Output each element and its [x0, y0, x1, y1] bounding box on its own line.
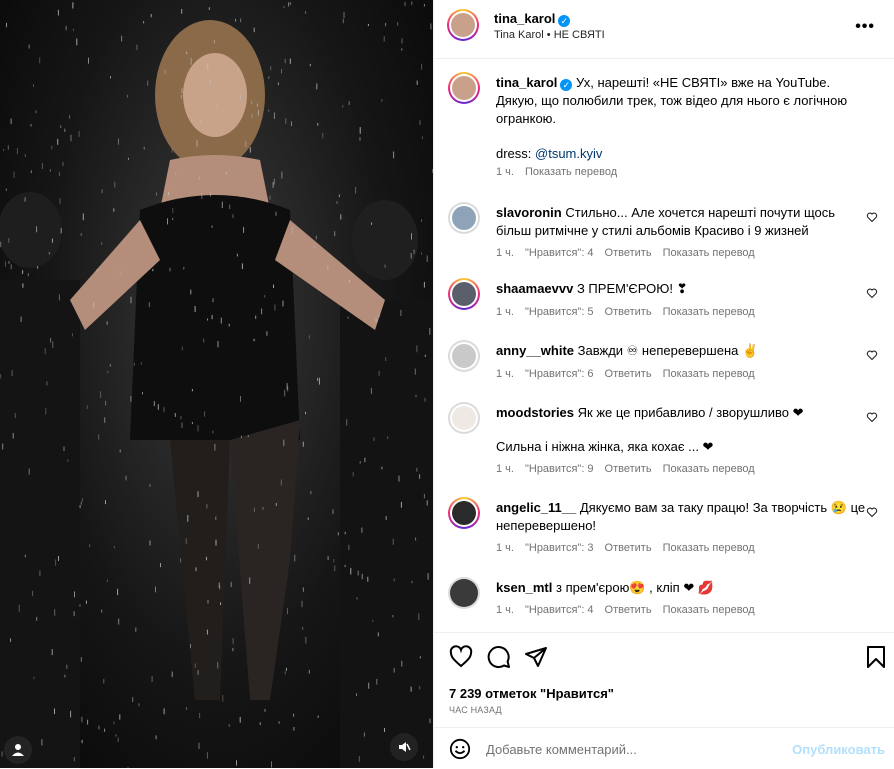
author-username[interactable]: tina_karol — [494, 11, 555, 26]
reply-button[interactable]: Ответить — [605, 604, 652, 616]
comment-likes[interactable]: "Нравится": 5 — [525, 306, 594, 318]
comment-avatar[interactable] — [448, 340, 480, 372]
comment-bubble-icon[interactable] — [487, 645, 511, 669]
comment-text: ksen_mtl з прем'єрою😍 , кліп ❤ 💋 — [496, 579, 866, 597]
video-frame — [0, 1, 433, 768]
comment-body-continued: Сильна і ніжна жінка, яка кохає ... ❤ — [496, 439, 714, 454]
translate-button[interactable]: Показать перевод — [525, 166, 617, 178]
moodstories-logo — [452, 406, 476, 430]
translate-button[interactable]: Показать перевод — [663, 542, 755, 554]
post-header: tina_karol ✓ Tina Karol • НЕ СВЯТІ ••• — [434, 0, 894, 59]
translate-button[interactable]: Показать перевод — [663, 306, 755, 318]
comments-list: tina_karol ✓ Ух, нарешті! «НЕ СВЯТІ» вже … — [434, 59, 894, 632]
caption-text: tina_karol ✓ Ух, нарешті! «НЕ СВЯТІ» вже … — [496, 74, 866, 163]
post-time: час назад — [449, 705, 502, 715]
add-comment-bar: Добавьте комментарий... Опубликовать — [434, 727, 894, 769]
share-paper-plane-icon[interactable] — [524, 645, 548, 669]
comment-like-icon[interactable] — [866, 349, 878, 361]
post-details-panel: tina_karol ✓ Tina Karol • НЕ СВЯТІ ••• ti… — [433, 0, 894, 768]
translate-button[interactable]: Показать перевод — [663, 247, 755, 259]
comment-text: shaamaevvv З ПРЕМ'ЄРОЮ! ❣ — [496, 280, 866, 298]
caption-meta: 1 ч. Показать перевод — [496, 166, 628, 178]
comment-username[interactable]: ksen_mtl — [496, 580, 552, 595]
comment-username[interactable]: shaamaevvv — [496, 281, 573, 296]
comment-like-icon[interactable] — [866, 506, 878, 518]
comment-meta: 1 ч. "Нравится": 4 Ответить Показать перево… — [496, 247, 766, 259]
comment-text: anny__white Завжди ♾ неперевершена ✌ — [496, 342, 866, 360]
reply-button[interactable]: Ответить — [605, 306, 652, 318]
post-media-video[interactable] — [0, 0, 433, 768]
post-comment-button[interactable]: Опубликовать — [792, 742, 885, 757]
save-bookmark-icon[interactable] — [865, 645, 887, 669]
comment-time: 1 ч. — [496, 247, 514, 259]
comment-body: Як же це прибавливо / зворушливо ❤ — [577, 405, 804, 420]
emoji-icon[interactable] — [449, 738, 471, 760]
more-options-icon[interactable]: ••• — [855, 18, 875, 36]
comment-avatar[interactable] — [448, 577, 480, 609]
comment-meta: 1 ч. "Нравится": 9 Ответить Показать перево… — [496, 463, 766, 475]
comment-input[interactable]: Добавьте комментарий... — [486, 742, 637, 757]
comment-time: 1 ч. — [496, 463, 514, 475]
comment-username[interactable]: anny__white — [496, 343, 574, 358]
comment-avatar[interactable] — [448, 202, 480, 234]
comment-time: 1 ч. — [496, 604, 514, 616]
translate-button[interactable]: Показать перевод — [663, 463, 755, 475]
caption-username[interactable]: tina_karol — [496, 75, 557, 90]
comment-text: angelic_11__ Дякуємо вам за таку працю! … — [496, 499, 866, 535]
likes-count[interactable]: 7 239 отметок "Нравится" — [449, 686, 614, 701]
comment-meta: 1 ч. "Нравится": 3 Ответить Показать перево… — [496, 542, 766, 554]
comment-username[interactable]: slavoronin — [496, 205, 562, 220]
comment-text: moodstories Як же це прибавливо / зворуш… — [496, 404, 866, 456]
comment-likes[interactable]: "Нравится": 4 — [525, 247, 594, 259]
caption-avatar[interactable] — [448, 72, 480, 104]
mention-link[interactable]: @tsum.kyiv — [535, 146, 602, 161]
comment-meta: 1 ч. "Нравится": 6 Ответить Показать перево… — [496, 368, 766, 380]
dress-label: dress: — [496, 146, 536, 161]
comment-time: 1 ч. — [496, 542, 514, 554]
comment-username[interactable]: moodstories — [496, 405, 574, 420]
comment-meta: 1 ч. "Нравится": 4 Ответить Показать перево… — [496, 604, 766, 616]
reply-button[interactable]: Ответить — [605, 247, 652, 259]
tagged-people-icon[interactable] — [4, 736, 32, 764]
comment-avatar[interactable] — [448, 278, 480, 310]
caption-time: 1 ч. — [496, 166, 514, 178]
comment-likes[interactable]: "Нравится": 9 — [525, 463, 594, 475]
comment-like-icon[interactable] — [866, 287, 878, 299]
comment-time: 1 ч. — [496, 368, 514, 380]
comment-username[interactable]: angelic_11__ — [496, 500, 576, 515]
comment-likes[interactable]: "Нравится": 4 — [525, 604, 594, 616]
comment-body: Завжди ♾ неперевершена ✌ — [577, 343, 759, 358]
translate-button[interactable]: Показать перевод — [663, 604, 755, 616]
author-avatar[interactable] — [447, 9, 479, 41]
reply-button[interactable]: Ответить — [605, 542, 652, 554]
verified-icon: ✓ — [558, 15, 571, 27]
comment-meta: 1 ч. "Нравится": 5 Ответить Показать перево… — [496, 306, 766, 318]
comment-like-icon[interactable] — [866, 411, 878, 423]
translate-button[interactable]: Показать перевод — [663, 368, 755, 380]
comment-body: З ПРЕМ'ЄРОЮ! ❣ — [576, 281, 688, 296]
mute-icon[interactable] — [390, 733, 418, 761]
comment-likes[interactable]: "Нравится": 6 — [525, 368, 594, 380]
comment-text: slavoronin Стильно... Але хочется нарешт… — [496, 204, 866, 240]
verified-icon: ✓ — [560, 79, 573, 91]
comment-likes[interactable]: "Нравится": 3 — [525, 542, 594, 554]
comment-body: з прем'єрою😍 , кліп ❤ 💋 — [556, 580, 715, 595]
comment-avatar[interactable] — [448, 497, 480, 529]
like-heart-icon[interactable] — [449, 645, 473, 669]
comment-like-icon[interactable] — [866, 211, 878, 223]
comment-time: 1 ч. — [496, 306, 514, 318]
post-subtitle[interactable]: Tina Karol • НЕ СВЯТІ — [494, 29, 605, 41]
reply-button[interactable]: Ответить — [605, 463, 652, 475]
post-actions: 7 239 отметок "Нравится" час назад — [434, 632, 894, 727]
reply-button[interactable]: Ответить — [605, 368, 652, 380]
comment-avatar[interactable] — [448, 402, 480, 434]
